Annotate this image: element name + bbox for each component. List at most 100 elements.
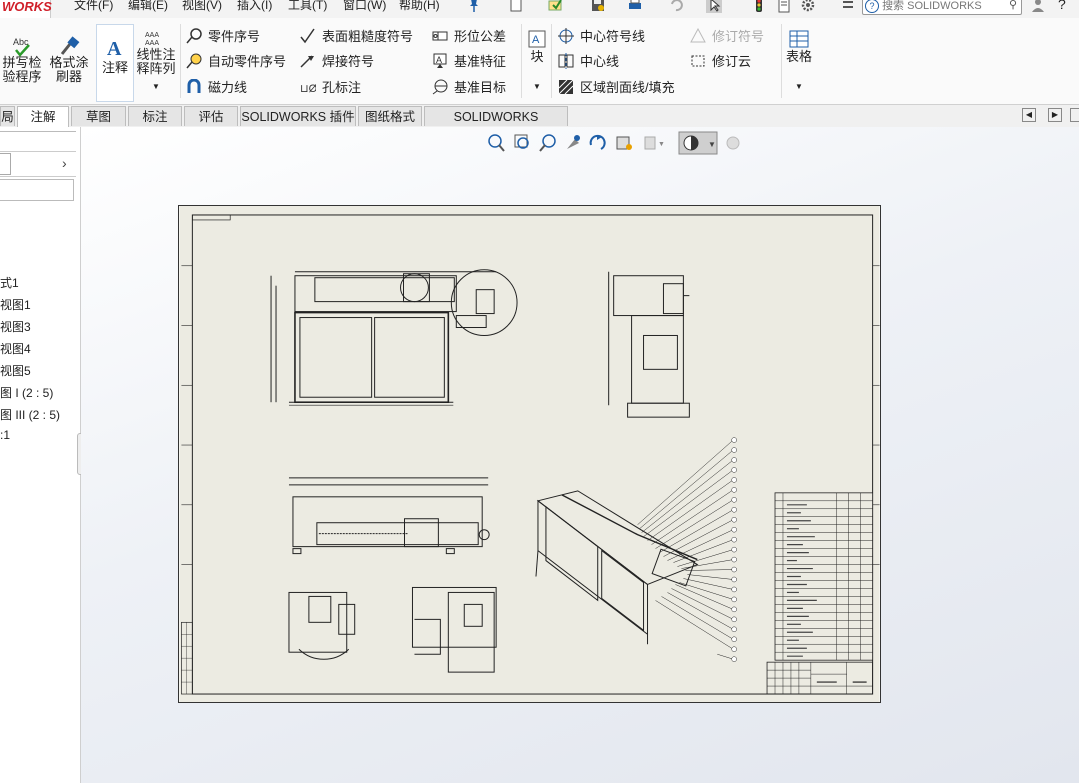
tree-item-view4[interactable]: 视图4: [0, 340, 31, 357]
menu-tools[interactable]: 工具(T): [288, 0, 327, 13]
undo-icon[interactable]: [668, 0, 684, 13]
magnetic-line-button[interactable]: 磁力线: [186, 78, 247, 98]
save-icon[interactable]: [590, 0, 606, 13]
drawing-sheet[interactable]: [178, 205, 881, 703]
linear-note-pattern-icon: AAAAAA: [145, 32, 159, 46]
view-settings-icon[interactable]: [726, 136, 740, 150]
note-icon: A: [107, 38, 122, 59]
select-arrow-icon[interactable]: [706, 0, 722, 13]
area-hatch-label: 区域剖面线/填充: [580, 80, 675, 95]
open-icon[interactable]: [547, 0, 563, 13]
note-button[interactable]: A 注释: [96, 24, 134, 102]
previous-view-icon[interactable]: [539, 134, 556, 152]
section-view-icon[interactable]: [616, 136, 632, 150]
centerline-button[interactable]: 中心线: [558, 52, 619, 72]
tab-layout[interactable]: 局: [0, 106, 15, 126]
tree-item-detail-i[interactable]: 图 I (2 : 5): [0, 384, 53, 401]
hole-callout-icon: ⊔Ø: [300, 83, 316, 95]
feature-manager-panel: › 式1 视图1 视图3 视图4 视图5 图 I (2 : 5) 图 III (…: [0, 127, 86, 783]
panel-expand-icon[interactable]: ▶: [1048, 108, 1062, 122]
svg-text:▼: ▼: [658, 141, 665, 148]
block-button[interactable]: A 块 ▼: [526, 30, 548, 94]
format-painter-label: 格式涂 刷器: [49, 55, 89, 84]
tree-item-detail-iii[interactable]: 图 III (2 : 5): [0, 406, 60, 423]
tab-solidworks-inspection[interactable]: SOLIDWORKS Inspection: [424, 106, 568, 144]
revision-symbol-label: 修订符号: [712, 29, 765, 44]
table-icon: [789, 30, 809, 48]
table-dropdown-icon[interactable]: ▼: [784, 80, 814, 94]
magnetic-line-label: 磁力线: [208, 80, 248, 95]
area-hatch-button[interactable]: 区域剖面线/填充: [558, 78, 675, 98]
panel-tab-stub[interactable]: [0, 153, 11, 175]
linear-note-pattern-dropdown-icon[interactable]: ▼: [134, 80, 178, 94]
file-properties-icon[interactable]: [776, 0, 792, 13]
search-icon[interactable]: ⚲: [1009, 0, 1017, 13]
zoom-to-fit-icon[interactable]: [488, 134, 505, 152]
datum-feature-button[interactable]: A 基准特征: [432, 52, 506, 72]
user-icon[interactable]: [1030, 0, 1046, 13]
tree-item-sheet-format[interactable]: 式1: [0, 274, 19, 291]
linear-note-pattern-button[interactable]: AAA AAA 线性注 释阵列 ▼: [134, 30, 178, 94]
menu-window[interactable]: 窗口(W): [343, 0, 386, 13]
table-button[interactable]: 表格 ▼: [784, 30, 814, 94]
spell-check-button[interactable]: Abc 拼写检 验程序: [0, 36, 44, 84]
format-painter-button[interactable]: 格式涂 刷器: [47, 36, 91, 84]
datum-target-button[interactable]: 基准目标: [432, 78, 506, 98]
help-question-icon: ?: [865, 0, 879, 13]
menu-file[interactable]: 文件(F): [74, 0, 113, 13]
revision-symbol-button[interactable]: 修订符号: [690, 27, 764, 47]
customize-icon[interactable]: [840, 0, 856, 13]
panel-collapse-icon[interactable]: ◀: [1022, 108, 1036, 122]
menu-insert[interactable]: 插入(I): [237, 0, 272, 13]
search-input[interactable]: ? 搜索 SOLIDWORKS ⚲: [862, 0, 1022, 15]
weld-symbol-button[interactable]: 焊接符号: [300, 52, 374, 72]
bom-table[interactable]: [774, 492, 874, 661]
options-gear-icon[interactable]: [800, 0, 816, 13]
tab-evaluate[interactable]: 评估: [184, 106, 238, 126]
pan-icon[interactable]: [567, 135, 580, 149]
hole-callout-label: 孔标注: [322, 80, 362, 95]
svg-text:AAA: AAA: [145, 40, 159, 46]
revision-cloud-icon: [691, 55, 705, 67]
panel-restore-icon[interactable]: [1070, 108, 1079, 122]
print-icon[interactable]: [627, 0, 643, 13]
tab-sketch[interactable]: 草图: [71, 106, 126, 126]
display-style-icon[interactable]: ▼: [678, 131, 718, 155]
rotate-icon[interactable]: [589, 134, 606, 150]
new-document-icon[interactable]: [508, 0, 524, 13]
hole-callout-button[interactable]: ⊔Ø 孔标注: [300, 78, 361, 98]
spell-check-label: 拼写检 验程序: [2, 55, 42, 84]
block-dropdown-icon[interactable]: ▼: [526, 80, 548, 94]
heads-up-view-toolbar: ▼ ▼: [488, 131, 740, 155]
filter-input[interactable]: [0, 179, 74, 201]
view-orientation-icon[interactable]: ▼: [644, 136, 665, 150]
revision-cloud-button[interactable]: 修订云: [690, 52, 751, 72]
area-hatch-icon: [558, 79, 574, 95]
tree-item-view1[interactable]: 视图1: [0, 296, 31, 313]
tab-sheet-format[interactable]: 图纸格式: [358, 106, 422, 126]
surface-finish-button[interactable]: 表面粗糙度符号: [300, 27, 413, 47]
tab-annotation[interactable]: 注解: [17, 106, 69, 127]
balloon-button[interactable]: 零件序号: [186, 27, 260, 47]
zoom-to-area-icon[interactable]: [514, 134, 529, 149]
datum-target-label: 基准目标: [454, 80, 507, 95]
chevron-right-icon[interactable]: ›: [62, 155, 67, 171]
datum-target-icon: [432, 79, 448, 95]
graphics-area[interactable]: ▼ ▼: [81, 127, 1079, 783]
surface-finish-icon: [300, 28, 315, 44]
center-mark-button[interactable]: 中心符号线: [558, 27, 645, 47]
tab-dimension[interactable]: 标注: [128, 106, 182, 126]
gdt-button[interactable]: 形位公差: [432, 27, 506, 47]
auto-balloon-button[interactable]: 自动零件序号: [186, 52, 286, 72]
tab-solidworks-addins[interactable]: SOLIDWORKS 插件: [240, 106, 356, 126]
tree-item-view3[interactable]: 视图3: [0, 318, 31, 335]
menu-edit[interactable]: 编辑(E): [128, 0, 168, 13]
tree-item-scale[interactable]: :1: [0, 428, 10, 442]
rebuild-icon[interactable]: [751, 0, 767, 13]
tree-item-view5[interactable]: 视图5: [0, 362, 31, 379]
pin-icon[interactable]: [466, 0, 482, 13]
solidworks-logo: WORKS: [0, 0, 52, 18]
menu-view[interactable]: 视图(V): [182, 0, 222, 13]
help-icon[interactable]: ?: [1058, 0, 1066, 12]
menu-help[interactable]: 帮助(H): [399, 0, 440, 13]
